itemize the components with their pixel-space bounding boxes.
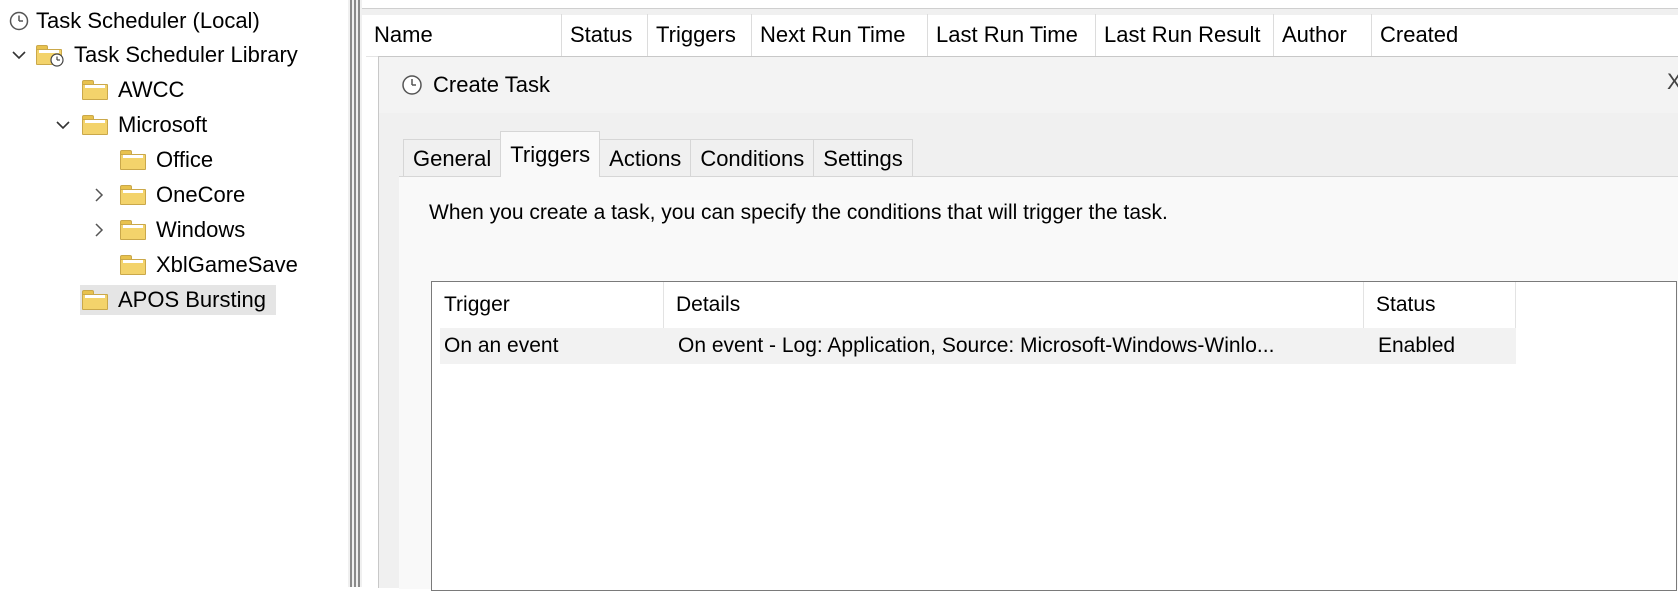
triggers-list-header: Trigger Details Status (432, 282, 1516, 328)
tree-item-awcc[interactable]: AWCC (82, 75, 190, 105)
tree-item-label: Windows (156, 217, 246, 242)
column-header-trigger[interactable]: Trigger (432, 282, 664, 328)
chevron-right-icon[interactable] (88, 215, 110, 245)
tab-conditions[interactable]: Conditions (690, 139, 815, 177)
chevron-down-icon[interactable] (52, 110, 74, 140)
folder-icon (120, 185, 146, 205)
column-header-name[interactable]: Name (366, 14, 562, 56)
tree-item-label: Task Scheduler Library (74, 42, 298, 67)
column-header-last-run-result[interactable]: Last Run Result (1096, 14, 1274, 56)
folder-icon (120, 255, 146, 275)
column-header-author[interactable]: Author (1274, 14, 1372, 56)
create-task-dialog: Create Task X General Triggers Actions C… (378, 56, 1678, 591)
triggers-tab-panel: When you create a task, you can specify … (399, 176, 1678, 591)
chevron-right-icon[interactable] (88, 180, 110, 210)
tab-triggers[interactable]: Triggers (500, 131, 601, 177)
folder-icon (82, 115, 108, 135)
clock-icon (401, 74, 423, 96)
tree-item-task-scheduler-library[interactable]: Task Scheduler Library (8, 40, 304, 70)
tree-item-onecore[interactable]: OneCore (88, 180, 251, 210)
tree-item-label: OneCore (156, 182, 246, 207)
close-button[interactable]: X (1667, 69, 1678, 99)
tab-general[interactable]: General (403, 139, 502, 177)
triggers-list[interactable]: Trigger Details Status On an event On ev… (431, 281, 1677, 591)
tree-item-windows[interactable]: Windows (88, 215, 251, 245)
tree-item-label: Microsoft (118, 112, 208, 137)
tree-item-label: XblGameSave (156, 252, 298, 277)
column-header-status[interactable]: Status (562, 14, 648, 56)
pane-splitter[interactable] (348, 0, 362, 587)
clock-icon (8, 10, 30, 32)
column-header-status[interactable]: Status (1364, 282, 1516, 328)
tree-item-xblgamesave[interactable]: XblGameSave (120, 250, 304, 280)
navigation-tree: Task Scheduler (Local) Task Scheduler Li… (0, 0, 348, 587)
tab-actions[interactable]: Actions (599, 139, 692, 177)
tree-item-label: AWCC (118, 77, 185, 102)
trigger-cell: On an event (444, 334, 559, 357)
tree-item-label: APOS Bursting (114, 285, 272, 315)
dialog-title: Create Task (433, 72, 550, 97)
tree-item-microsoft[interactable]: Microsoft (52, 110, 213, 140)
folder-icon (82, 80, 108, 100)
column-header-next-run-time[interactable]: Next Run Time (752, 14, 928, 56)
tree-item-office[interactable]: Office (120, 145, 219, 175)
column-header-created[interactable]: Created (1372, 14, 1582, 56)
column-header-details[interactable]: Details (664, 282, 1364, 328)
tree-item-label: Task Scheduler (Local) (36, 8, 260, 33)
folder-icon (120, 220, 146, 240)
table-row[interactable]: On an event On event - Log: Application,… (440, 328, 1516, 364)
dialog-tabs: General Triggers Actions Conditions Sett… (403, 131, 913, 177)
triggers-description: When you create a task, you can specify … (429, 201, 1168, 224)
tree-item-task-scheduler-local[interactable]: Task Scheduler (Local) (8, 6, 266, 36)
dialog-title-bar[interactable]: Create Task X (379, 57, 1678, 113)
tab-settings[interactable]: Settings (813, 139, 913, 177)
chevron-down-icon[interactable] (8, 40, 30, 70)
status-cell: Enabled (1378, 334, 1456, 357)
details-cell: On event - Log: Application, Source: Mic… (678, 334, 1275, 357)
column-header-last-run-time[interactable]: Last Run Time (928, 14, 1096, 56)
tree-item-label: Office (156, 147, 214, 172)
task-list-header: Name Status Triggers Next Run Time Last … (366, 14, 1678, 57)
task-library-icon (36, 43, 66, 67)
folder-icon (82, 290, 108, 310)
tree-item-apos-bursting[interactable]: APOS Bursting (80, 285, 276, 315)
folder-icon (120, 150, 146, 170)
column-header-triggers[interactable]: Triggers (648, 14, 752, 56)
